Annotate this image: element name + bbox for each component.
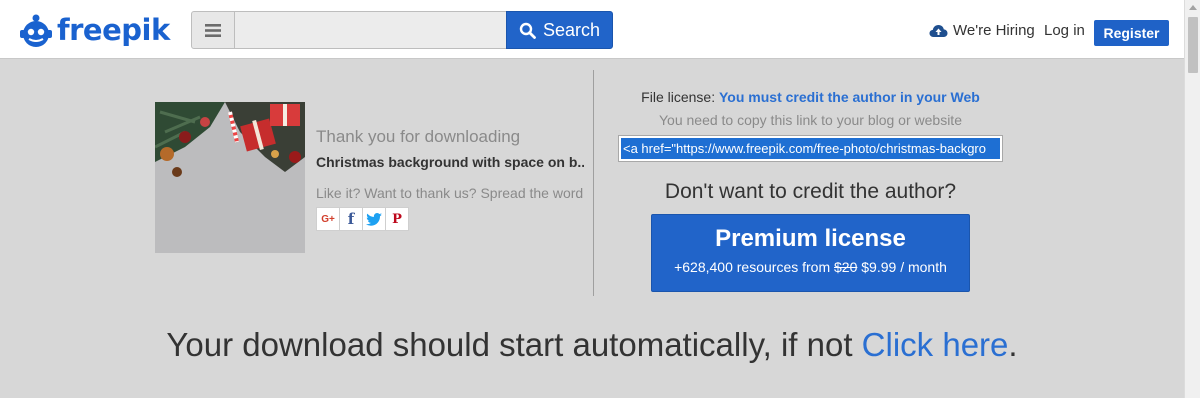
resource-thumbnail — [155, 102, 305, 253]
pinterest-share-button[interactable]: P — [385, 207, 409, 231]
vertical-scrollbar[interactable] — [1184, 0, 1200, 398]
auto-download-text: Your download should start automatically… — [166, 326, 853, 363]
premium-resources-count: +628,400 resources from — [674, 259, 831, 275]
pinterest-icon: P — [392, 211, 402, 227]
auto-download-message: Your download should start automatically… — [0, 326, 1184, 364]
premium-old-price: $20 — [834, 259, 858, 275]
site-header: freepik Search We're Hiring Log in Regis… — [0, 0, 1184, 59]
credit-requirement-text: You must credit the author in your Web — [718, 89, 980, 105]
attribution-link-text[interactable]: <a href="https://www.freepik.com/free-ph… — [621, 138, 1000, 159]
logo-wordmark: freepik — [57, 13, 170, 47]
google-plus-share-button[interactable]: G+ — [316, 207, 340, 231]
search-button[interactable]: Search — [506, 11, 613, 49]
robot-logo-icon — [20, 14, 52, 47]
file-license-label: File license: — [641, 89, 716, 105]
auto-download-period: . — [1008, 326, 1018, 363]
search-icon — [519, 22, 536, 39]
social-share-buttons: G+ f P — [316, 207, 409, 231]
file-license-line: File license: You must credit the author… — [594, 89, 1027, 105]
search-button-label: Search — [542, 19, 601, 40]
thanks-heading: Thank you for downloading — [316, 127, 521, 146]
login-link[interactable]: Log in — [1044, 22, 1085, 39]
twitter-icon — [366, 212, 382, 226]
premium-new-price: $9.99 / month — [861, 259, 947, 275]
facebook-icon: f — [347, 210, 355, 228]
hiring-link[interactable]: We're Hiring — [929, 22, 1035, 39]
register-button[interactable]: Register — [1094, 20, 1169, 46]
scroll-thumb[interactable] — [1188, 17, 1198, 73]
resource-title: Christmas background with space on b... — [316, 154, 584, 170]
christmas-image — [155, 102, 305, 253]
premium-license-price: +628,400 resources from $20 $9.99 / mont… — [652, 259, 969, 275]
twitter-share-button[interactable] — [362, 207, 386, 231]
search-input[interactable] — [235, 11, 507, 49]
copy-link-note: You need to copy this link to your blog … — [658, 112, 962, 128]
dont-credit-heading: Don't want to credit the author? — [664, 180, 957, 203]
attribution-link-field[interactable]: <a href="https://www.freepik.com/free-ph… — [618, 135, 1003, 162]
spread-the-word-text: Like it? Want to thank us? Spread the wo… — [316, 185, 584, 201]
scroll-up-arrow-icon[interactable] — [1189, 5, 1197, 10]
hiring-label: We're Hiring — [953, 22, 1035, 39]
premium-license-title: Premium license — [715, 225, 906, 252]
cloud-upload-icon — [929, 24, 948, 37]
premium-license-button[interactable]: Premium license +628,400 resources from … — [651, 214, 970, 292]
facebook-share-button[interactable]: f — [339, 207, 363, 231]
freepik-logo[interactable]: freepik — [18, 10, 170, 50]
hamburger-icon — [205, 23, 221, 37]
menu-button[interactable] — [191, 11, 235, 49]
click-here-link[interactable]: Click here — [862, 326, 1009, 363]
google-plus-icon: G+ — [321, 213, 335, 225]
